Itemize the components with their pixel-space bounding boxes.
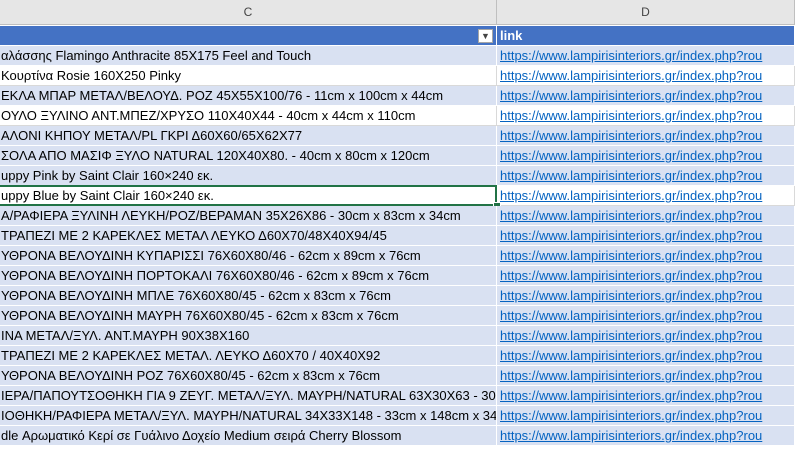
cell-link[interactable]: https://www.lampirisinteriors.gr/index.p… xyxy=(497,246,795,266)
cell-link[interactable]: https://www.lampirisinteriors.gr/index.p… xyxy=(497,366,795,386)
hyperlink[interactable]: https://www.lampirisinteriors.gr/index.p… xyxy=(498,268,762,283)
hyperlink[interactable]: https://www.lampirisinteriors.gr/index.p… xyxy=(498,368,762,383)
cell-product-name[interactable]: ΟΥΛΟ ΞΥΛΙΝΟ ΑΝΤ.ΜΠΕΖ/ΧΡΥΣΟ 110Χ40Χ44 - 4… xyxy=(0,106,497,126)
cell-link[interactable]: https://www.lampirisinteriors.gr/index.p… xyxy=(497,166,795,186)
table-row: uppy Pink by Saint Clair 160×240 εκ. http… xyxy=(0,166,795,186)
table-row: ΥΘΡΟΝΑ ΒΕΛΟΥΔΙΝΗ ΡΟΖ 76X60X80/45 - 62cm … xyxy=(0,366,795,386)
cell-product-name[interactable]: αλάσσης Flamingo Anthracite 85X175 Feel … xyxy=(0,46,497,66)
table-row: ΙΝΑ ΜΕΤΑΛ/ΞΥΛ. ΑΝΤ.ΜΑΥΡΗ 90X38X160 https:… xyxy=(0,326,795,346)
cell-product-name[interactable]: dle Αρωματικό Κερί σε Γυάλινο Δοχείο Med… xyxy=(0,426,497,446)
hyperlink[interactable]: https://www.lampirisinteriors.gr/index.p… xyxy=(498,48,762,63)
hyperlink[interactable]: https://www.lampirisinteriors.gr/index.p… xyxy=(498,288,762,303)
table-row: ΣΟΛΑ ΑΠΟ ΜΑΣΙΦ ΞΥΛΟ NATURAL 120X40X80. -… xyxy=(0,146,795,166)
cell-product-name[interactable]: ΥΘΡΟΝΑ ΒΕΛΟΥΔΙΝΗ ΜΠΛΕ 76X60X80/45 - 62cm… xyxy=(0,286,497,306)
cell-product-name[interactable]: Α/ΡΑΦΙΕΡΑ ΞΥΛΙΝΗ ΛΕΥΚΗ/ΡΟΖ/ΒΕΡΑΜΑΝ 35X26… xyxy=(0,206,497,226)
table-row: Κουρτίνα Rosie 160X250 Pinky https://www.… xyxy=(0,66,795,86)
selected-cell-outline xyxy=(0,185,497,206)
table-row: ΟΥΛΟ ΞΥΛΙΝΟ ΑΝΤ.ΜΠΕΖ/ΧΡΥΣΟ 110Χ40Χ44 - 4… xyxy=(0,106,795,126)
cell-product-name[interactable]: ΑΛΟΝΙ ΚΗΠΟΥ ΜΕΤΑΛ/PL ΓΚΡΙ Δ60Χ60/65Χ62Χ7… xyxy=(0,126,497,146)
hyperlink[interactable]: https://www.lampirisinteriors.gr/index.p… xyxy=(498,188,762,203)
hyperlink[interactable]: https://www.lampirisinteriors.gr/index.p… xyxy=(498,88,762,103)
cell-product-name[interactable]: ΙΕΡΑ/ΠΑΠΟΥΤΣΟΘΗΚΗ ΓΙΑ 9 ΖΕΥΓ. ΜΕΤΑΛ/ΞΥΛ.… xyxy=(0,386,497,406)
cell-product-name[interactable]: ΥΘΡΟΝΑ ΒΕΛΟΥΔΙΝΗ ΜΑΥΡΗ 76X60X80/45 - 62c… xyxy=(0,306,497,326)
hyperlink[interactable]: https://www.lampirisinteriors.gr/index.p… xyxy=(498,408,762,423)
cell-product-name[interactable]: ΙΟΘΗΚΗ/ΡΑΦΙΕΡΑ ΜΕΤΑΛ/ΞΥΛ. ΜΑΥΡΗ/NATURAL … xyxy=(0,406,497,426)
table-row: dle Αρωματικό Κερί σε Γυάλινο Δοχείο Med… xyxy=(0,426,795,446)
hyperlink[interactable]: https://www.lampirisinteriors.gr/index.p… xyxy=(498,168,762,183)
header-cell-link[interactable]: link xyxy=(497,26,795,46)
cell-link[interactable]: https://www.lampirisinteriors.gr/index.p… xyxy=(497,206,795,226)
cell-link[interactable]: https://www.lampirisinteriors.gr/index.p… xyxy=(497,386,795,406)
table-row: ΙΟΘΗΚΗ/ΡΑΦΙΕΡΑ ΜΕΤΑΛ/ΞΥΛ. ΜΑΥΡΗ/NATURAL … xyxy=(0,406,795,426)
column-header-c[interactable]: C xyxy=(0,0,497,25)
cell-link[interactable]: https://www.lampirisinteriors.gr/index.p… xyxy=(497,346,795,366)
table-row: Α/ΡΑΦΙΕΡΑ ΞΥΛΙΝΗ ΛΕΥΚΗ/ΡΟΖ/ΒΕΡΑΜΑΝ 35X26… xyxy=(0,206,795,226)
table-row: ΥΘΡΟΝΑ ΒΕΛΟΥΔΙΝΗ ΜΑΥΡΗ 76X60X80/45 - 62c… xyxy=(0,306,795,326)
column-header-d[interactable]: D xyxy=(497,0,795,25)
cell-link[interactable]: https://www.lampirisinteriors.gr/index.p… xyxy=(497,426,795,446)
header-cell-c[interactable] xyxy=(0,26,497,46)
table-row: αλάσσης Flamingo Anthracite 85X175 Feel … xyxy=(0,46,795,66)
table-row: ΕΚΛΑ ΜΠΑΡ ΜΕΤΑΛ/ΒΕΛΟΥΔ. ΡΟΖ 45X55X100/76… xyxy=(0,86,795,106)
cell-link[interactable]: https://www.lampirisinteriors.gr/index.p… xyxy=(497,126,795,146)
cell-link[interactable]: https://www.lampirisinteriors.gr/index.p… xyxy=(497,106,795,126)
hyperlink[interactable]: https://www.lampirisinteriors.gr/index.p… xyxy=(498,128,762,143)
cell-link[interactable]: https://www.lampirisinteriors.gr/index.p… xyxy=(497,266,795,286)
table-row: ΤΡΑΠΕΖΙ ΜΕ 2 ΚΑΡΕΚΛΕΣ ΜΕΤΑΛ ΛΕΥΚΟ Δ60Χ70… xyxy=(0,226,795,246)
cell-product-name[interactable]: Κουρτίνα Rosie 160X250 Pinky xyxy=(0,66,497,86)
cell-product-name[interactable]: ΥΘΡΟΝΑ ΒΕΛΟΥΔΙΝΗ ΚΥΠΑΡΙΣΣΙ 76X60X80/46 -… xyxy=(0,246,497,266)
cell-product-name[interactable]: ΣΟΛΑ ΑΠΟ ΜΑΣΙΦ ΞΥΛΟ NATURAL 120X40X80. -… xyxy=(0,146,497,166)
cell-link[interactable]: https://www.lampirisinteriors.gr/index.p… xyxy=(497,86,795,106)
table-row: ΤΡΑΠΕΖΙ ΜΕ 2 ΚΑΡΕΚΛΕΣ ΜΕΤΑΛ. ΛΕΥΚΟ Δ60Χ7… xyxy=(0,346,795,366)
cell-product-name[interactable]: ΥΘΡΟΝΑ ΒΕΛΟΥΔΙΝΗ ΠΟΡΤΟΚΑΛΙ 76X60X80/46 -… xyxy=(0,266,497,286)
cell-link[interactable]: https://www.lampirisinteriors.gr/index.p… xyxy=(497,146,795,166)
hyperlink[interactable]: https://www.lampirisinteriors.gr/index.p… xyxy=(498,388,762,403)
filter-dropdown-icon[interactable]: ▼ xyxy=(478,29,493,43)
cell-link[interactable]: https://www.lampirisinteriors.gr/index.p… xyxy=(497,326,795,346)
hyperlink[interactable]: https://www.lampirisinteriors.gr/index.p… xyxy=(498,248,762,263)
table-row: ΥΘΡΟΝΑ ΒΕΛΟΥΔΙΝΗ ΠΟΡΤΟΚΑΛΙ 76X60X80/46 -… xyxy=(0,266,795,286)
cell-link[interactable]: https://www.lampirisinteriors.gr/index.p… xyxy=(497,46,795,66)
cell-link[interactable]: https://www.lampirisinteriors.gr/index.p… xyxy=(497,226,795,246)
table-row: ΑΛΟΝΙ ΚΗΠΟΥ ΜΕΤΑΛ/PL ΓΚΡΙ Δ60Χ60/65Χ62Χ7… xyxy=(0,126,795,146)
hyperlink[interactable]: https://www.lampirisinteriors.gr/index.p… xyxy=(498,148,762,163)
cell-link[interactable]: https://www.lampirisinteriors.gr/index.p… xyxy=(497,406,795,426)
spreadsheet: C D ▼ link αλάσσης Flamingo Anthracite 8… xyxy=(0,0,795,449)
cell-product-name[interactable]: ΥΘΡΟΝΑ ΒΕΛΟΥΔΙΝΗ ΡΟΖ 76X60X80/45 - 62cm … xyxy=(0,366,497,386)
table-row: ΥΘΡΟΝΑ ΒΕΛΟΥΔΙΝΗ ΜΠΛΕ 76X60X80/45 - 62cm… xyxy=(0,286,795,306)
cell-product-name[interactable]: ΤΡΑΠΕΖΙ ΜΕ 2 ΚΑΡΕΚΛΕΣ ΜΕΤΑΛ ΛΕΥΚΟ Δ60Χ70… xyxy=(0,226,497,246)
hyperlink[interactable]: https://www.lampirisinteriors.gr/index.p… xyxy=(498,108,762,123)
cell-link[interactable]: https://www.lampirisinteriors.gr/index.p… xyxy=(497,286,795,306)
cell-link[interactable]: https://www.lampirisinteriors.gr/index.p… xyxy=(497,306,795,326)
cell-product-name[interactable]: ΤΡΑΠΕΖΙ ΜΕ 2 ΚΑΡΕΚΛΕΣ ΜΕΤΑΛ. ΛΕΥΚΟ Δ60Χ7… xyxy=(0,346,497,366)
hyperlink[interactable]: https://www.lampirisinteriors.gr/index.p… xyxy=(498,428,762,443)
hyperlink[interactable]: https://www.lampirisinteriors.gr/index.p… xyxy=(498,308,762,323)
hyperlink[interactable]: https://www.lampirisinteriors.gr/index.p… xyxy=(498,348,762,363)
cell-product-name[interactable]: ΕΚΛΑ ΜΠΑΡ ΜΕΤΑΛ/ΒΕΛΟΥΔ. ΡΟΖ 45X55X100/76… xyxy=(0,86,497,106)
cell-link[interactable]: https://www.lampirisinteriors.gr/index.p… xyxy=(497,66,795,86)
table-row: ΙΕΡΑ/ΠΑΠΟΥΤΣΟΘΗΚΗ ΓΙΑ 9 ΖΕΥΓ. ΜΕΤΑΛ/ΞΥΛ.… xyxy=(0,386,795,406)
table-row: uppy Blue by Saint Clair 160×240 εκ. http… xyxy=(0,185,795,210)
cell-product-name[interactable]: ΙΝΑ ΜΕΤΑΛ/ΞΥΛ. ΑΝΤ.ΜΑΥΡΗ 90X38X160 xyxy=(0,326,497,346)
table-row: ΥΘΡΟΝΑ ΒΕΛΟΥΔΙΝΗ ΚΥΠΑΡΙΣΣΙ 76X60X80/46 -… xyxy=(0,246,795,266)
hyperlink[interactable]: https://www.lampirisinteriors.gr/index.p… xyxy=(498,68,762,83)
hyperlink[interactable]: https://www.lampirisinteriors.gr/index.p… xyxy=(498,208,762,223)
table-header-row: ▼ link xyxy=(0,26,795,46)
hyperlink[interactable]: https://www.lampirisinteriors.gr/index.p… xyxy=(498,328,762,343)
hyperlink[interactable]: https://www.lampirisinteriors.gr/index.p… xyxy=(498,228,762,243)
cell-link[interactable]: https://www.lampirisinteriors.gr/index.p… xyxy=(497,186,795,206)
cell-product-name[interactable]: uppy Pink by Saint Clair 160×240 εκ. xyxy=(0,166,497,186)
